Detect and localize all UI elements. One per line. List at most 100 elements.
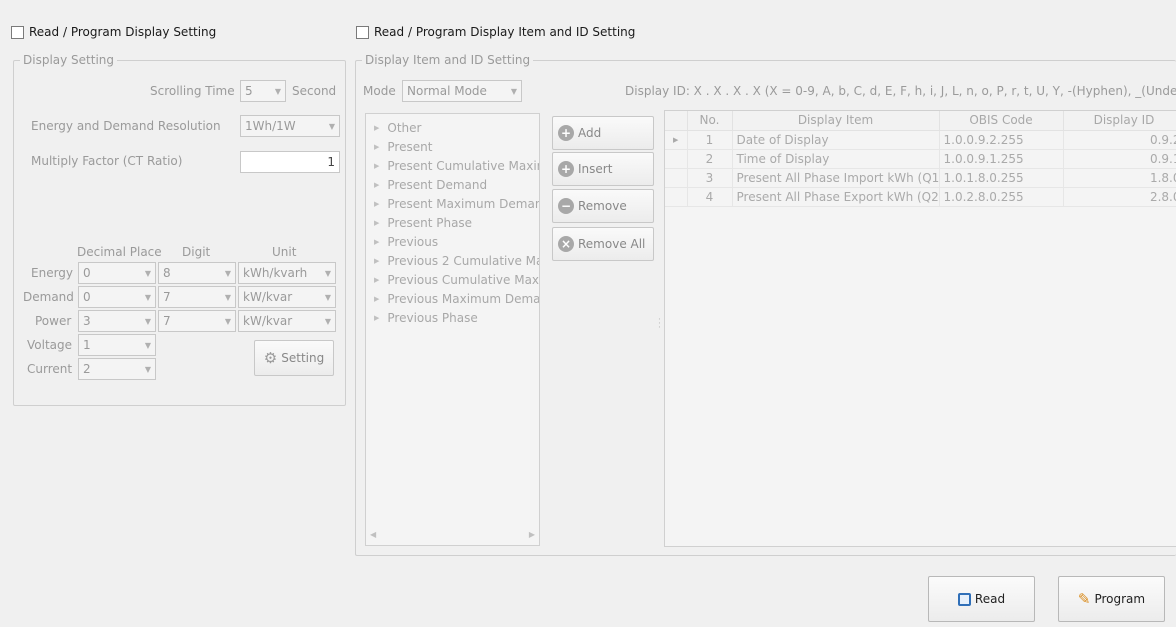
cell-no[interactable]: 1 (687, 130, 733, 150)
expand-arrow-icon[interactable]: ▶ (374, 276, 379, 284)
tree-horizontal-scrollbar[interactable]: ◀ ▶ (370, 530, 535, 539)
tree-item-label: Present Phase (387, 215, 473, 230)
power-decimal-select[interactable]: 3 ▼ (78, 310, 156, 332)
current-label: Current (27, 362, 73, 376)
tree-item[interactable]: ▶ Present Demand (366, 175, 539, 194)
expand-arrow-icon[interactable]: ▶ (374, 162, 379, 170)
remove-all-button[interactable]: × Remove All (552, 227, 654, 261)
power-unit-select[interactable]: kW/kvar ▼ (238, 310, 336, 332)
plus-circle-icon: + (558, 161, 574, 177)
expand-arrow-icon[interactable]: ▶ (374, 124, 379, 132)
current-decimal-select[interactable]: 2 ▼ (78, 358, 156, 380)
tree-item-label: Previous Phase (387, 310, 478, 325)
demand-unit-select[interactable]: kW/kvar ▼ (238, 286, 336, 308)
splitter-handle[interactable]: · · · (658, 316, 661, 333)
expand-arrow-icon[interactable]: ▶ (374, 257, 379, 265)
scrolling-time-select[interactable]: 5 ▼ (240, 80, 286, 102)
expand-arrow-icon[interactable]: ▶ (374, 181, 379, 189)
tree-item[interactable]: ▶ Previous Maximum Demar (366, 289, 539, 308)
column-header-display-id[interactable]: Display ID (1063, 111, 1176, 131)
tree-item[interactable]: ▶ Previous Cumulative Max (366, 270, 539, 289)
tree-item[interactable]: ▶ Present Phase (366, 213, 539, 232)
column-header-obis-code[interactable]: OBIS Code (939, 111, 1064, 131)
digit-header: Digit (182, 245, 211, 259)
table-row[interactable]: ▶1Date of Display1.0.0.9.2.2550.9.2 (665, 130, 1176, 150)
tree-item-label: Previous Cumulative Max (387, 272, 539, 287)
cell-obis-code[interactable]: 1.0.2.8.0.255 (939, 187, 1064, 207)
tree-item[interactable]: ▶ Previous Phase (366, 308, 539, 327)
table-row[interactable]: 2Time of Display1.0.0.9.1.2550.9.1 (665, 149, 1176, 169)
demand-digit-select[interactable]: 7 ▼ (158, 286, 236, 308)
expand-arrow-icon[interactable]: ▶ (374, 143, 379, 151)
row-indicator (665, 187, 688, 207)
expand-arrow-icon[interactable]: ▶ (374, 314, 379, 322)
column-header-no[interactable]: No. (687, 111, 733, 131)
tree-item[interactable]: ▶ Present Maximum Deman (366, 194, 539, 213)
magnifier-icon (957, 592, 971, 606)
display-item-tree[interactable]: ▶ Other ▶ Present ▶ Present Cumulative Maxir ▶… (365, 113, 540, 546)
demand-decimal-select[interactable]: 0 ▼ (78, 286, 156, 308)
resolution-select[interactable]: 1Wh/1W ▼ (240, 115, 340, 137)
cell-display-item[interactable]: Present All Phase Import kWh (Q1... (732, 168, 940, 188)
tree-item[interactable]: ▶ Previous (366, 232, 539, 251)
tree-item[interactable]: ▶ Present (366, 137, 539, 156)
energy-unit-select[interactable]: kWh/kvarh ▼ (238, 262, 336, 284)
display-item-checkbox-row[interactable]: Read / Program Display Item and ID Setti… (356, 25, 635, 39)
remove-button[interactable]: − Remove (552, 189, 654, 223)
cell-display-item[interactable]: Present All Phase Export kWh (Q2... (732, 187, 940, 207)
display-setting-checkbox[interactable] (11, 25, 24, 39)
cell-no[interactable]: 3 (687, 168, 733, 188)
scroll-left-icon[interactable]: ◀ (370, 530, 376, 539)
expand-arrow-icon[interactable]: ▶ (374, 295, 379, 303)
program-button[interactable]: ✎ Program (1058, 576, 1165, 622)
tree-item[interactable]: ▶ Present Cumulative Maxir (366, 156, 539, 175)
mode-select[interactable]: Normal Mode ▼ (402, 80, 522, 102)
cell-obis-code[interactable]: 1.0.1.8.0.255 (939, 168, 1064, 188)
display-item-group-title: Display Item and ID Setting (362, 53, 534, 67)
cell-obis-code[interactable]: 1.0.0.9.1.255 (939, 149, 1064, 169)
insert-button[interactable]: + Insert (552, 152, 654, 186)
scroll-right-icon[interactable]: ▶ (529, 530, 535, 539)
demand-label: Demand (23, 290, 74, 304)
plus-circle-icon: + (558, 125, 574, 141)
expand-arrow-icon[interactable]: ▶ (374, 219, 379, 227)
column-header-display-item[interactable]: Display Item (732, 111, 940, 131)
expand-arrow-icon[interactable]: ▶ (374, 238, 379, 246)
multiply-factor-input[interactable]: 1 (240, 151, 340, 173)
display-setting-checkbox-row[interactable]: Read / Program Display Setting (11, 25, 216, 39)
scrolling-time-unit: Second (292, 84, 337, 98)
cell-display-id[interactable]: 0.9.2 (1063, 130, 1176, 150)
display-id-format-text: Display ID: X . X . X . X (X = 0-9, A, b… (625, 84, 1176, 98)
cell-display-id[interactable]: 2.8.0 (1063, 187, 1176, 207)
energy-decimal-select[interactable]: 0 ▼ (78, 262, 156, 284)
table-row[interactable]: 4 Present All Phase Export kWh (Q2... 1.0.… (665, 187, 1176, 207)
read-button[interactable]: Read (928, 576, 1035, 622)
energy-digit-select[interactable]: 8 ▼ (158, 262, 236, 284)
cell-no[interactable]: 2 (687, 149, 733, 169)
display-item-checkbox[interactable] (356, 25, 369, 39)
cell-display-item[interactable]: Date of Display (732, 130, 940, 150)
chevron-down-icon: ▼ (328, 121, 335, 131)
tree-item[interactable]: ▶ Previous 2 Cumulative Ma (366, 251, 539, 270)
cell-display-id[interactable]: 1.8.0 (1063, 168, 1176, 188)
power-label: Power (35, 314, 72, 328)
expand-arrow-icon[interactable]: ▶ (374, 200, 379, 208)
cell-display-item[interactable]: Time of Display (732, 149, 940, 169)
decimal-place-header: Decimal Place (77, 245, 162, 259)
tree-item-label: Previous Maximum Demar (387, 291, 539, 306)
display-setting-group-title: Display Setting (20, 53, 118, 67)
cell-obis-code[interactable]: 1.0.0.9.2.255 (939, 130, 1064, 150)
tree-item[interactable]: ▶ Other (366, 118, 539, 137)
add-button[interactable]: + Add (552, 116, 654, 150)
display-item-table[interactable]: No. Display Item OBIS Code Display ID ▶ 1… (664, 110, 1176, 547)
tree-item-label: Present Cumulative Maxir (387, 158, 539, 173)
tree-item-label: Other (387, 120, 422, 135)
table-row[interactable]: 3 Present All Phase Import kWh (Q1... 1.0.… (665, 168, 1176, 188)
voltage-decimal-select[interactable]: 1 ▼ (78, 334, 156, 356)
cell-display-id[interactable]: 0.9.1 (1063, 149, 1176, 169)
chevron-down-icon: ▼ (274, 86, 281, 96)
tree-item-label: Present Maximum Deman (387, 196, 539, 211)
setting-button[interactable]: ⚙ Setting (254, 340, 334, 376)
power-digit-select[interactable]: 7 ▼ (158, 310, 236, 332)
cell-no[interactable]: 4 (687, 187, 733, 207)
